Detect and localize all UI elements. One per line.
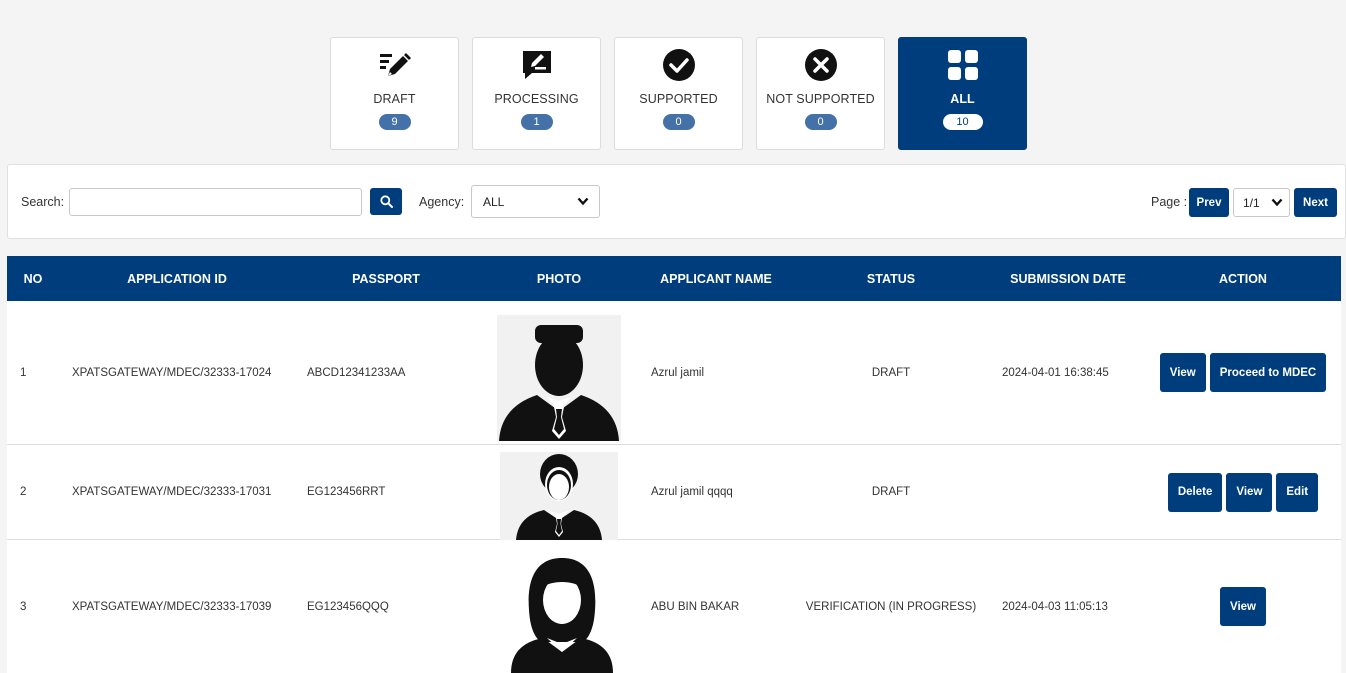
card-label: DRAFT [373, 92, 416, 106]
table-row: 1 XPATSGATEWAY/MDEC/32333-17024 ABCD1234… [7, 301, 1341, 445]
cell-passport: EG123456QQQ [307, 600, 389, 613]
cell-status: DRAFT [871, 366, 911, 379]
col-no[interactable]: NO [7, 256, 59, 301]
filter-bar: Search: Agency: ALL Page : Prev 1/1 Next [7, 164, 1346, 239]
cell-no: 1 [20, 366, 27, 379]
table-header: NO APPLICATION ID PASSPORT PHOTO APPLICA… [7, 256, 1341, 301]
row-actions: View [1145, 540, 1341, 673]
count-badge: 1 [520, 114, 553, 130]
col-applicant-name[interactable]: APPLICANT NAME [641, 256, 791, 301]
search-input[interactable] [69, 188, 362, 216]
col-passport[interactable]: PASSPORT [295, 256, 477, 301]
card-label: SUPPORTED [639, 92, 718, 106]
applicant-photo [500, 452, 618, 540]
page-select[interactable]: 1/1 [1233, 188, 1290, 217]
page: DRAFT 9 PROCESSING 1 SUPPORTED 0 NOT SUP… [0, 0, 1346, 673]
cell-application-id: XPATSGATEWAY/MDEC/32333-17031 [72, 486, 272, 498]
agency-label: Agency: [419, 195, 465, 209]
card-label: NOT SUPPORTED [766, 92, 875, 106]
female-avatar-icon [511, 558, 613, 673]
count-badge: 9 [378, 114, 411, 130]
male-avatar-icon [516, 454, 602, 540]
search-icon [379, 195, 393, 208]
card-processing[interactable]: PROCESSING 1 [472, 37, 601, 150]
page-label: Page : [1151, 195, 1188, 209]
delete-button[interactable]: Delete [1167, 472, 1223, 512]
x-circle-icon [804, 48, 838, 82]
cell-submission-date: 2024-04-03 11:05:13 [1002, 600, 1108, 613]
card-all[interactable]: ALL 10 [898, 37, 1027, 150]
count-badge: 0 [662, 114, 695, 130]
cell-applicant-name: Azrul jamil [651, 366, 705, 379]
col-submission-date[interactable]: SUBMISSION DATE [991, 256, 1145, 301]
pen-draft-icon [378, 48, 412, 82]
search-label: Search: [21, 195, 65, 209]
card-supported[interactable]: SUPPORTED 0 [614, 37, 743, 150]
cell-status: DRAFT [871, 486, 911, 498]
card-draft[interactable]: DRAFT 9 [330, 37, 459, 150]
cell-application-id: XPATSGATEWAY/MDEC/32333-17024 [72, 366, 272, 379]
card-label: ALL [950, 92, 975, 106]
col-photo[interactable]: PHOTO [477, 256, 641, 301]
table-row: 2 XPATSGATEWAY/MDEC/32333-17031 EG123456… [7, 445, 1341, 540]
applications-table: NO APPLICATION ID PASSPORT PHOTO APPLICA… [7, 256, 1341, 673]
status-cards: DRAFT 9 PROCESSING 1 SUPPORTED 0 NOT SUP… [330, 37, 1027, 150]
count-badge: 10 [942, 114, 983, 130]
agency-value: ALL [483, 194, 505, 209]
page-value: 1/1 [1243, 195, 1260, 210]
cell-applicant-name: Azrul jamil qqqq [651, 486, 733, 498]
cell-no: 3 [20, 600, 27, 613]
grid-icon [946, 48, 980, 82]
count-badge: 0 [804, 114, 837, 130]
card-not-supported[interactable]: NOT SUPPORTED 0 [756, 37, 885, 150]
cell-status: VERIFICATION (IN PROGRESS) [805, 600, 977, 613]
next-button[interactable]: Next [1294, 188, 1337, 217]
cell-no: 2 [20, 486, 27, 498]
card-label: PROCESSING [494, 92, 579, 106]
view-button[interactable]: View [1159, 353, 1206, 392]
view-button[interactable]: View [1226, 472, 1273, 512]
cell-submission-date: 2024-04-01 16:38:45 [1002, 366, 1109, 379]
row-actions: Delete View Edit [1145, 445, 1341, 539]
col-action[interactable]: ACTION [1145, 256, 1341, 301]
male-avatar-icon [499, 325, 619, 441]
chevron-down-icon [1271, 198, 1283, 207]
processing-edit-icon [520, 48, 554, 82]
cell-passport: ABCD12341233AA [307, 366, 406, 379]
col-status[interactable]: STATUS [791, 256, 991, 301]
chevron-down-icon [577, 197, 589, 206]
applicant-photo [497, 315, 621, 441]
edit-button[interactable]: Edit [1276, 472, 1319, 512]
cell-applicant-name: ABU BIN BAKAR [651, 600, 740, 613]
search-button[interactable] [370, 188, 402, 215]
row-actions: View Proceed to MDEC [1145, 301, 1341, 444]
cell-passport: EG123456RRT [307, 486, 386, 498]
cell-application-id: XPATSGATEWAY/MDEC/32333-17039 [72, 600, 272, 613]
proceed-to-mdec-button[interactable]: Proceed to MDEC [1209, 353, 1327, 392]
check-circle-icon [662, 48, 696, 82]
col-application-id[interactable]: APPLICATION ID [59, 256, 295, 301]
table-row: 3 XPATSGATEWAY/MDEC/32333-17039 EG123456… [7, 540, 1341, 673]
prev-button[interactable]: Prev [1189, 188, 1229, 217]
view-button[interactable]: View [1220, 587, 1266, 626]
agency-select[interactable]: ALL [471, 185, 600, 218]
applicant-photo [505, 554, 619, 673]
